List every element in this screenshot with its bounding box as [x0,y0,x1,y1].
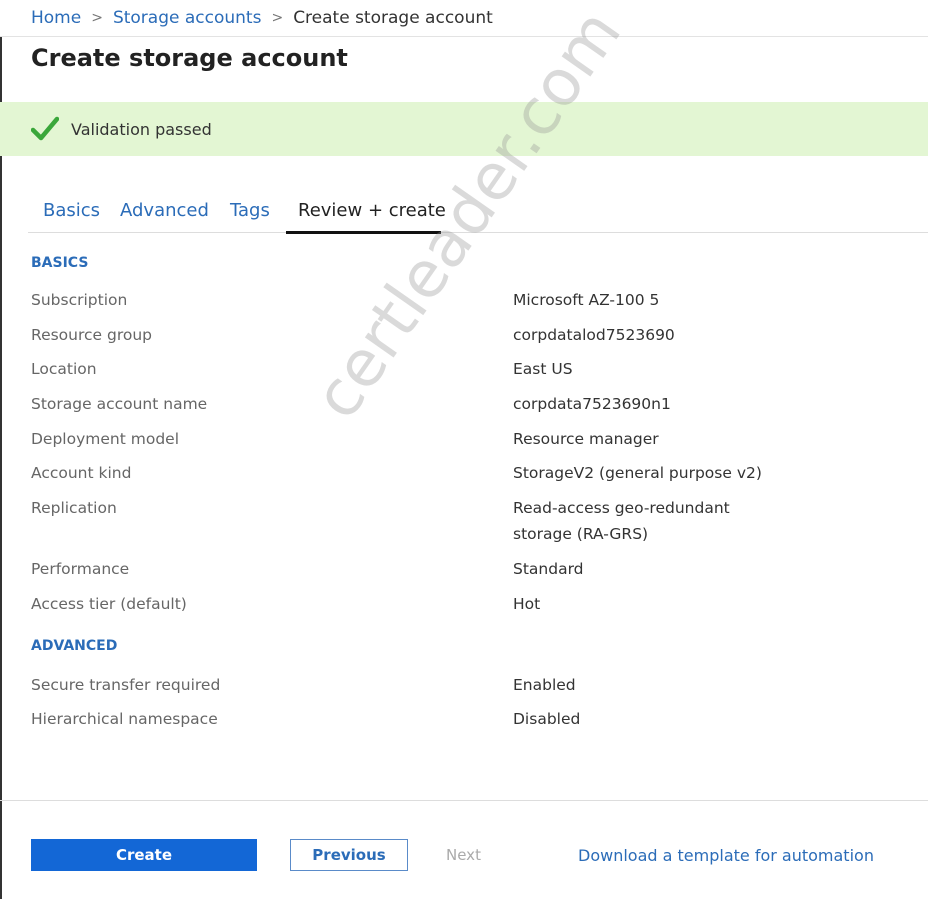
value-access-tier: Hot [513,595,541,613]
value-hierarchical-namespace: Disabled [513,710,581,728]
label-location: Location [31,360,97,378]
page-title: Create storage account [31,44,348,72]
chevron-right-icon: > [91,10,103,26]
breadcrumb-current: Create storage account [293,8,493,28]
active-tab-indicator [286,231,441,234]
chevron-right-icon: > [271,10,284,26]
value-secure-transfer: Enabled [513,676,576,694]
label-secure-transfer: Secure transfer required [31,676,221,694]
next-button[interactable]: Next [446,846,481,864]
label-resource-group: Resource group [31,326,153,344]
value-resource-group: corpdatalod7523690 [513,326,675,344]
value-storage-account-name: corpdata7523690n1 [513,395,671,413]
value-performance: Standard [513,560,584,578]
value-location: East US [513,360,573,378]
tab-tags[interactable]: Tags [230,200,270,221]
create-button[interactable]: Create [31,839,257,871]
label-subscription: Subscription [31,291,128,309]
label-hierarchical-namespace: Hierarchical namespace [31,710,218,728]
section-advanced-title: ADVANCED [31,638,118,654]
breadcrumb-home[interactable]: Home [31,8,81,28]
label-deployment-model: Deployment model [31,430,179,448]
label-account-kind: Account kind [31,464,132,482]
previous-button[interactable]: Previous [290,839,408,871]
section-basics-title: BASICS [31,255,89,271]
download-template-link[interactable]: Download a template for automation [578,846,874,865]
tab-advanced[interactable]: Advanced [120,200,209,221]
tab-review-create[interactable]: Review + create [298,200,446,221]
label-performance: Performance [31,560,130,578]
value-account-kind: StorageV2 (general purpose v2) [513,464,762,482]
top-bar: Home > Storage accounts > Create storage… [0,0,928,37]
validation-text: Validation passed [71,119,212,139]
value-deployment-model: Resource manager [513,430,659,448]
value-replication: Read-access geo-redundant storage (RA-GR… [513,499,730,543]
tab-bar: Basics Advanced Tags Review + create [28,196,928,233]
breadcrumb: Home > Storage accounts > Create storage… [31,8,493,28]
checkmark-icon [31,116,59,141]
breadcrumb-storage-accounts[interactable]: Storage accounts [113,8,262,28]
value-subscription: Microsoft AZ-100 5 [513,291,660,309]
label-replication: Replication [31,499,117,517]
label-storage-account-name: Storage account name [31,395,208,413]
tab-basics[interactable]: Basics [43,200,100,221]
validation-banner: Validation passed [0,102,928,156]
footer-divider [0,800,928,801]
label-access-tier: Access tier (default) [31,595,187,613]
